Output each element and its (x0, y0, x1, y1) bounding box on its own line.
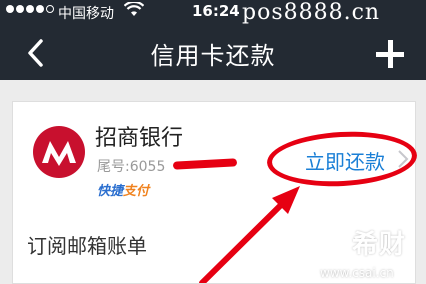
brand-watermark-url: www.csai.cn (320, 266, 394, 280)
brand-watermark-text: 希财 (352, 230, 407, 260)
